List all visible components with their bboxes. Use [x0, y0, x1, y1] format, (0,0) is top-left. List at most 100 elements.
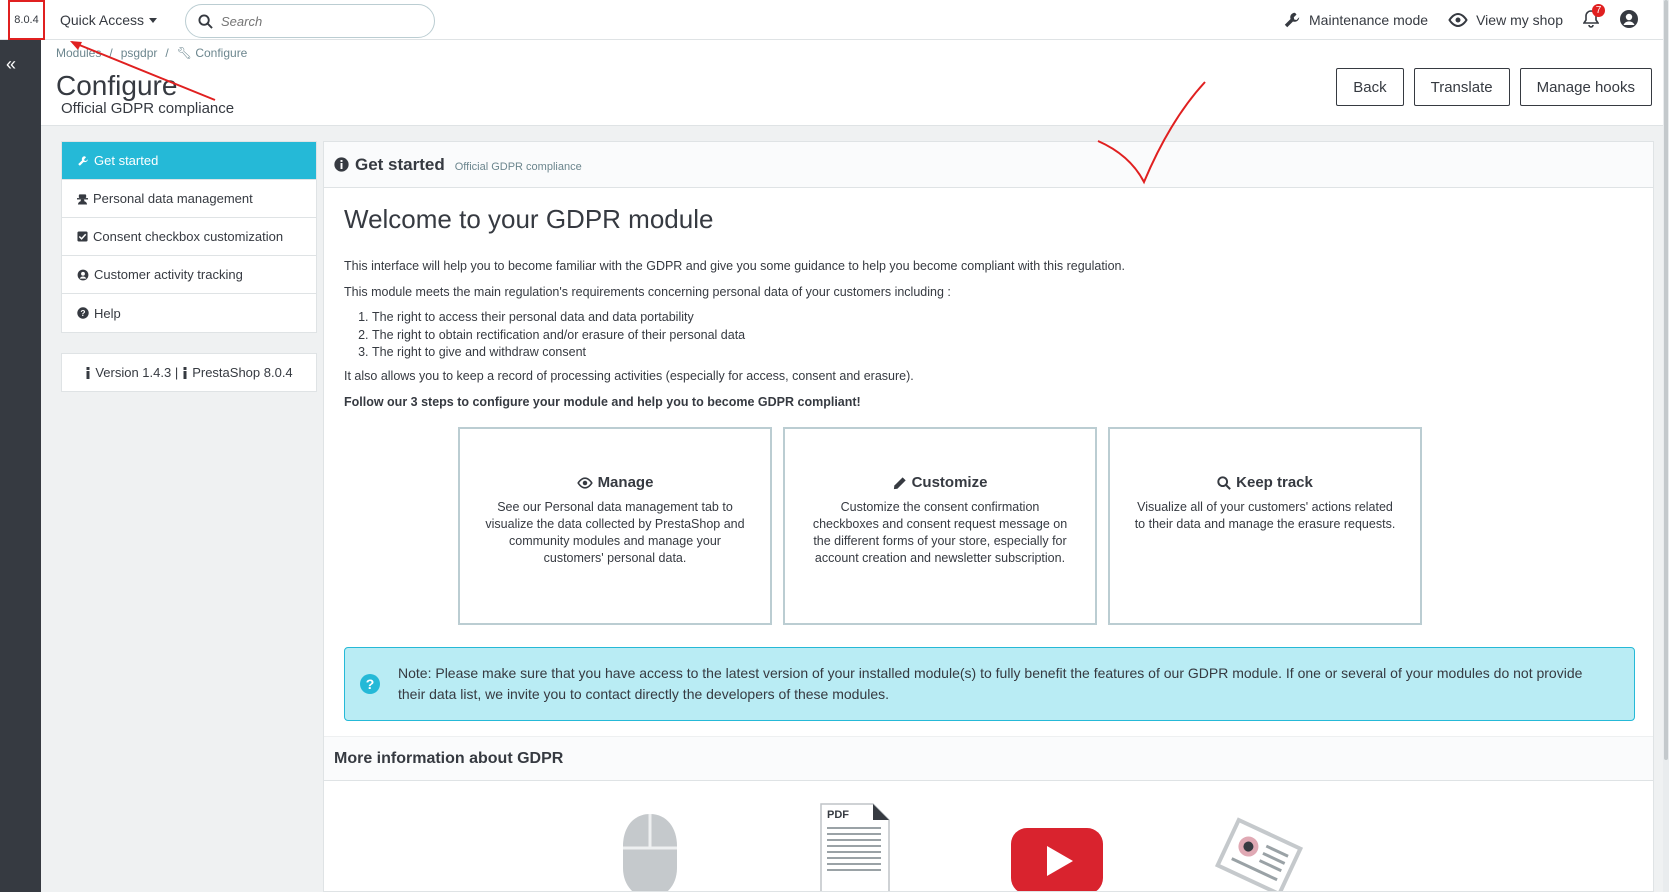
page-scrollbar[interactable] [1663, 0, 1669, 892]
quick-access-label: Quick Access [60, 12, 145, 28]
top-right-links: Maintenance mode View my shop 7 [1283, 0, 1639, 40]
card-customize[interactable]: Customize Customize the consent confirma… [783, 427, 1097, 625]
youtube-icon[interactable] [1009, 826, 1105, 892]
breadcrumb: Modules / psgdpr / 🔧︎ Configure [56, 46, 247, 60]
search-box[interactable] [185, 4, 435, 38]
welcome-heading: Welcome to your GDPR module [344, 204, 714, 234]
caret-down-icon [149, 17, 158, 23]
notifications-button[interactable]: 7 [1582, 3, 1605, 31]
tab-get-started[interactable]: Get started [62, 142, 316, 180]
card-manage[interactable]: Manage See our Personal data management … [458, 427, 772, 625]
list-item: The right to obtain rectification and/or… [372, 327, 745, 345]
tab-activity-tracking[interactable]: Customer activity tracking [62, 256, 316, 294]
note-text: Note: Please make sure that you have acc… [398, 665, 1583, 702]
view-shop-label: View my shop [1476, 12, 1563, 28]
left-sidebar: « [0, 40, 41, 892]
manage-hooks-button[interactable]: Manage hooks [1519, 68, 1652, 106]
tab-label: Get started [94, 153, 159, 168]
tab-help[interactable]: ? Help [62, 294, 316, 332]
svg-text:?: ? [80, 308, 85, 318]
scrollbar-thumb[interactable] [1664, 0, 1668, 760]
page-header: Modules / psgdpr / 🔧︎ Configure Configur… [41, 40, 1669, 126]
pdf-label: PDF [827, 809, 849, 821]
wrench-icon [1284, 12, 1300, 28]
user-secret-icon [77, 193, 88, 204]
svg-text:?: ? [366, 676, 375, 692]
info-note: ? Note: Please make sure that you have a… [344, 647, 1635, 721]
requirements-paragraph: This module meets the main regulation's … [344, 285, 951, 299]
pdf-icon[interactable]: PDF [819, 802, 891, 892]
tab-label: Consent checkbox customization [93, 229, 284, 244]
panel-title: Get started [355, 154, 445, 174]
view-shop-link[interactable]: View my shop [1448, 12, 1563, 28]
main-panel: Get started Official GDPR compliance Wel… [323, 141, 1654, 892]
steps-heading: Follow our 3 steps to configure your mod… [344, 395, 861, 409]
question-circle-icon: ? [360, 674, 380, 694]
card-title: Keep track [1217, 474, 1313, 491]
panel-subtitle: Official GDPR compliance [454, 160, 582, 173]
version-panel: Version 1.4.3 | PrestaShop 8.0.4 [61, 353, 317, 392]
account-button[interactable] [1619, 9, 1639, 32]
notifications-badge: 7 [1592, 3, 1605, 17]
module-tabs: Get started Personal data management Con… [61, 141, 317, 333]
list-item: The right to access their personal data … [372, 309, 745, 327]
card-keep-track[interactable]: Keep track Visualize all of your custome… [1108, 427, 1422, 625]
info-icon [183, 366, 187, 379]
back-button[interactable]: Back [1336, 68, 1404, 106]
version-label: 8.0.4 [8, 0, 45, 40]
card-title: Customize [893, 474, 988, 491]
info-circle-icon [334, 157, 349, 172]
card-description: See our Personal data management tab to … [485, 500, 745, 565]
newspaper-icon[interactable] [1209, 812, 1309, 892]
module-version: Version 1.4.3 | [95, 365, 179, 380]
card-description: Customize the consent confirmation check… [812, 500, 1068, 565]
tab-label: Help [94, 305, 121, 321]
tab-label: Personal data management [93, 191, 253, 206]
quick-access-dropdown[interactable]: Quick Access [60, 12, 158, 28]
breadcrumb-separator: / [165, 46, 169, 60]
rights-list: The right to access their personal data … [372, 309, 745, 362]
pencil-icon [893, 476, 906, 489]
question-circle-icon: ? [77, 307, 89, 319]
mouse-icon[interactable] [619, 810, 681, 892]
maintenance-mode-link[interactable]: Maintenance mode [1283, 11, 1428, 29]
page-title: Configure [56, 70, 178, 101]
search-icon [198, 13, 213, 29]
tab-label: Customer activity tracking [94, 267, 243, 282]
eye-icon [1448, 13, 1468, 27]
checkbox-icon [77, 231, 88, 242]
translate-button[interactable]: Translate [1413, 68, 1510, 106]
maintenance-label: Maintenance mode [1309, 12, 1429, 28]
more-info-header: More information about GDPR [324, 736, 1653, 781]
card-title-label: Keep track [1236, 474, 1313, 491]
top-header: 8.0.4 Quick Access Maintenance mode View… [0, 0, 1669, 40]
eye-icon [576, 476, 593, 489]
breadcrumb-separator: / [109, 46, 113, 60]
tab-personal-data[interactable]: Personal data management [62, 180, 316, 218]
prestashop-version: PrestaShop 8.0.4 [192, 365, 293, 380]
header-actions: Back Translate Manage hooks [1336, 68, 1652, 106]
page-subtitle: Official GDPR compliance [61, 100, 235, 117]
wrench-icon: 🔧︎ [176, 46, 192, 60]
card-description: Visualize all of your customers' actions… [1134, 500, 1396, 531]
card-title: Manage [576, 474, 654, 491]
user-circle-icon [1620, 9, 1638, 28]
info-icon [86, 366, 90, 379]
breadcrumb-item-psgdpr[interactable]: psgdpr [121, 46, 158, 60]
more-info-icons: PDF [324, 802, 1653, 892]
search-input[interactable] [221, 13, 411, 29]
card-title-label: Customize [911, 474, 988, 491]
card-title-label: Manage [597, 474, 654, 491]
list-item: The right to give and withdraw consent [372, 344, 745, 362]
panel-content: Welcome to your GDPR module This interfa… [324, 204, 1653, 721]
steps-cards: Manage See our Personal data management … [458, 427, 1422, 625]
collapse-sidebar-icon[interactable]: « [6, 54, 16, 75]
breadcrumb-item-configure: 🔧︎ Configure [177, 46, 248, 60]
breadcrumb-item-modules[interactable]: Modules [56, 46, 101, 60]
search-icon [1217, 475, 1232, 490]
breadcrumb-configure-label: Configure [195, 46, 248, 60]
tab-consent-checkbox[interactable]: Consent checkbox customization [62, 218, 316, 256]
panel-header: Get started Official GDPR compliance [324, 142, 1653, 188]
records-paragraph: It also allows you to keep a record of p… [344, 369, 914, 383]
wrench-icon [78, 155, 88, 166]
